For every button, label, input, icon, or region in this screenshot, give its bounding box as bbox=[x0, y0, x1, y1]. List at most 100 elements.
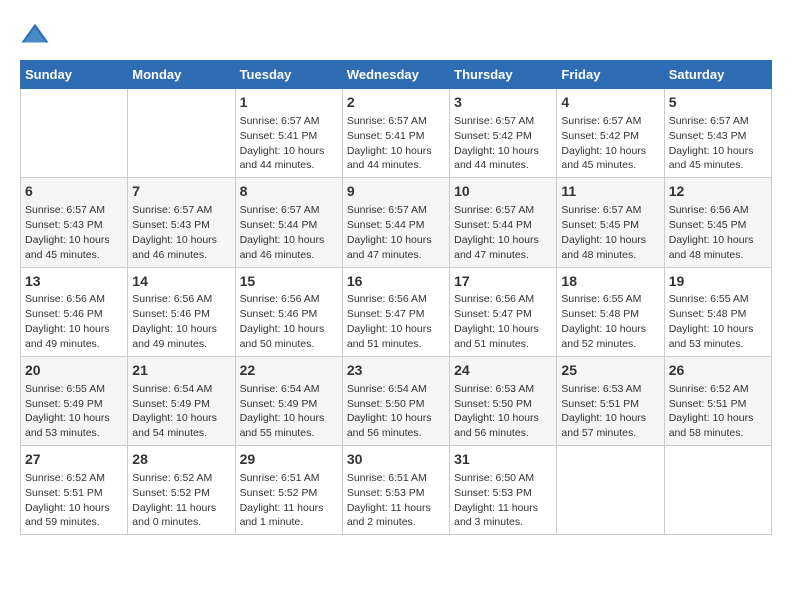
day-of-week-header: Monday bbox=[128, 61, 235, 89]
logo bbox=[20, 20, 54, 50]
calendar-cell bbox=[557, 446, 664, 535]
sunrise-info: Sunrise: 6:57 AM bbox=[132, 204, 212, 216]
page-header bbox=[20, 20, 772, 50]
calendar-cell: 6 Sunrise: 6:57 AM Sunset: 5:43 PM Dayli… bbox=[21, 178, 128, 267]
daylight-info: Daylight: 10 hours and 49 minutes. bbox=[25, 323, 110, 350]
calendar-cell: 30 Sunrise: 6:51 AM Sunset: 5:53 PM Dayl… bbox=[342, 446, 449, 535]
calendar-cell: 9 Sunrise: 6:57 AM Sunset: 5:44 PM Dayli… bbox=[342, 178, 449, 267]
day-of-week-header: Wednesday bbox=[342, 61, 449, 89]
calendar-cell: 11 Sunrise: 6:57 AM Sunset: 5:45 PM Dayl… bbox=[557, 178, 664, 267]
calendar-cell: 19 Sunrise: 6:55 AM Sunset: 5:48 PM Dayl… bbox=[664, 267, 771, 356]
sunset-info: Sunset: 5:51 PM bbox=[25, 487, 103, 499]
sunset-info: Sunset: 5:51 PM bbox=[669, 398, 747, 410]
day-of-week-header: Tuesday bbox=[235, 61, 342, 89]
sunrise-info: Sunrise: 6:50 AM bbox=[454, 472, 534, 484]
day-number: 10 bbox=[454, 182, 552, 201]
daylight-info: Daylight: 10 hours and 45 minutes. bbox=[561, 145, 646, 172]
sunset-info: Sunset: 5:47 PM bbox=[454, 308, 532, 320]
daylight-info: Daylight: 10 hours and 50 minutes. bbox=[240, 323, 325, 350]
calendar-header-row: SundayMondayTuesdayWednesdayThursdayFrid… bbox=[21, 61, 772, 89]
sunrise-info: Sunrise: 6:57 AM bbox=[240, 204, 320, 216]
daylight-info: Daylight: 10 hours and 57 minutes. bbox=[561, 412, 646, 439]
calendar-cell: 27 Sunrise: 6:52 AM Sunset: 5:51 PM Dayl… bbox=[21, 446, 128, 535]
daylight-info: Daylight: 10 hours and 56 minutes. bbox=[454, 412, 539, 439]
calendar-cell: 12 Sunrise: 6:56 AM Sunset: 5:45 PM Dayl… bbox=[664, 178, 771, 267]
calendar-cell: 5 Sunrise: 6:57 AM Sunset: 5:43 PM Dayli… bbox=[664, 89, 771, 178]
day-number: 14 bbox=[132, 272, 230, 291]
day-number: 27 bbox=[25, 450, 123, 469]
daylight-info: Daylight: 10 hours and 47 minutes. bbox=[347, 234, 432, 261]
calendar-cell: 22 Sunrise: 6:54 AM Sunset: 5:49 PM Dayl… bbox=[235, 356, 342, 445]
calendar-cell: 17 Sunrise: 6:56 AM Sunset: 5:47 PM Dayl… bbox=[450, 267, 557, 356]
day-number: 11 bbox=[561, 182, 659, 201]
sunrise-info: Sunrise: 6:53 AM bbox=[454, 383, 534, 395]
sunrise-info: Sunrise: 6:56 AM bbox=[240, 293, 320, 305]
calendar-cell: 16 Sunrise: 6:56 AM Sunset: 5:47 PM Dayl… bbox=[342, 267, 449, 356]
day-of-week-header: Friday bbox=[557, 61, 664, 89]
sunrise-info: Sunrise: 6:57 AM bbox=[240, 115, 320, 127]
day-number: 16 bbox=[347, 272, 445, 291]
sunrise-info: Sunrise: 6:57 AM bbox=[25, 204, 105, 216]
calendar-cell: 4 Sunrise: 6:57 AM Sunset: 5:42 PM Dayli… bbox=[557, 89, 664, 178]
day-number: 17 bbox=[454, 272, 552, 291]
calendar-cell: 29 Sunrise: 6:51 AM Sunset: 5:52 PM Dayl… bbox=[235, 446, 342, 535]
sunset-info: Sunset: 5:50 PM bbox=[454, 398, 532, 410]
day-number: 6 bbox=[25, 182, 123, 201]
calendar-cell: 7 Sunrise: 6:57 AM Sunset: 5:43 PM Dayli… bbox=[128, 178, 235, 267]
day-number: 13 bbox=[25, 272, 123, 291]
daylight-info: Daylight: 10 hours and 46 minutes. bbox=[240, 234, 325, 261]
sunset-info: Sunset: 5:48 PM bbox=[669, 308, 747, 320]
day-number: 7 bbox=[132, 182, 230, 201]
sunset-info: Sunset: 5:46 PM bbox=[132, 308, 210, 320]
day-of-week-header: Sunday bbox=[21, 61, 128, 89]
sunset-info: Sunset: 5:52 PM bbox=[132, 487, 210, 499]
day-number: 4 bbox=[561, 93, 659, 112]
sunrise-info: Sunrise: 6:52 AM bbox=[669, 383, 749, 395]
calendar-cell: 25 Sunrise: 6:53 AM Sunset: 5:51 PM Dayl… bbox=[557, 356, 664, 445]
day-number: 24 bbox=[454, 361, 552, 380]
calendar-cell: 18 Sunrise: 6:55 AM Sunset: 5:48 PM Dayl… bbox=[557, 267, 664, 356]
logo-icon bbox=[20, 20, 50, 50]
sunrise-info: Sunrise: 6:56 AM bbox=[347, 293, 427, 305]
daylight-info: Daylight: 10 hours and 51 minutes. bbox=[347, 323, 432, 350]
daylight-info: Daylight: 10 hours and 51 minutes. bbox=[454, 323, 539, 350]
calendar-cell bbox=[128, 89, 235, 178]
sunset-info: Sunset: 5:43 PM bbox=[132, 219, 210, 231]
daylight-info: Daylight: 10 hours and 45 minutes. bbox=[25, 234, 110, 261]
daylight-info: Daylight: 10 hours and 48 minutes. bbox=[561, 234, 646, 261]
sunrise-info: Sunrise: 6:57 AM bbox=[561, 115, 641, 127]
day-number: 30 bbox=[347, 450, 445, 469]
daylight-info: Daylight: 10 hours and 44 minutes. bbox=[347, 145, 432, 172]
daylight-info: Daylight: 10 hours and 59 minutes. bbox=[25, 502, 110, 529]
day-number: 26 bbox=[669, 361, 767, 380]
daylight-info: Daylight: 10 hours and 53 minutes. bbox=[669, 323, 754, 350]
calendar-cell: 21 Sunrise: 6:54 AM Sunset: 5:49 PM Dayl… bbox=[128, 356, 235, 445]
sunrise-info: Sunrise: 6:54 AM bbox=[132, 383, 212, 395]
calendar-table: SundayMondayTuesdayWednesdayThursdayFrid… bbox=[20, 60, 772, 535]
sunset-info: Sunset: 5:47 PM bbox=[347, 308, 425, 320]
day-number: 3 bbox=[454, 93, 552, 112]
sunset-info: Sunset: 5:51 PM bbox=[561, 398, 639, 410]
day-number: 29 bbox=[240, 450, 338, 469]
calendar-week-row: 27 Sunrise: 6:52 AM Sunset: 5:51 PM Dayl… bbox=[21, 446, 772, 535]
daylight-info: Daylight: 10 hours and 54 minutes. bbox=[132, 412, 217, 439]
calendar-week-row: 1 Sunrise: 6:57 AM Sunset: 5:41 PM Dayli… bbox=[21, 89, 772, 178]
sunrise-info: Sunrise: 6:54 AM bbox=[347, 383, 427, 395]
sunrise-info: Sunrise: 6:57 AM bbox=[561, 204, 641, 216]
day-number: 8 bbox=[240, 182, 338, 201]
day-number: 23 bbox=[347, 361, 445, 380]
day-of-week-header: Thursday bbox=[450, 61, 557, 89]
day-number: 28 bbox=[132, 450, 230, 469]
sunset-info: Sunset: 5:43 PM bbox=[669, 130, 747, 142]
daylight-info: Daylight: 10 hours and 47 minutes. bbox=[454, 234, 539, 261]
daylight-info: Daylight: 10 hours and 55 minutes. bbox=[240, 412, 325, 439]
sunset-info: Sunset: 5:49 PM bbox=[240, 398, 318, 410]
sunset-info: Sunset: 5:49 PM bbox=[25, 398, 103, 410]
daylight-info: Daylight: 11 hours and 2 minutes. bbox=[347, 502, 431, 529]
calendar-cell: 13 Sunrise: 6:56 AM Sunset: 5:46 PM Dayl… bbox=[21, 267, 128, 356]
calendar-cell: 15 Sunrise: 6:56 AM Sunset: 5:46 PM Dayl… bbox=[235, 267, 342, 356]
sunset-info: Sunset: 5:45 PM bbox=[561, 219, 639, 231]
sunset-info: Sunset: 5:50 PM bbox=[347, 398, 425, 410]
sunset-info: Sunset: 5:46 PM bbox=[25, 308, 103, 320]
sunset-info: Sunset: 5:41 PM bbox=[347, 130, 425, 142]
